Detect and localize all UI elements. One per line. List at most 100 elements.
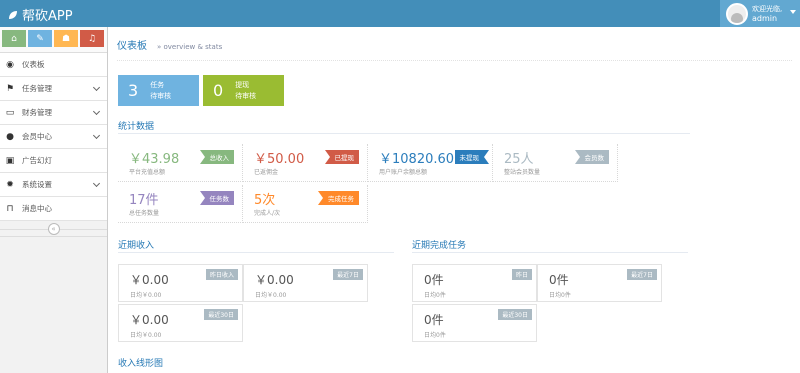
page-title: 仪表板 — [117, 41, 147, 52]
tasks-summary-box: 0件 日均0件 最近30日 — [412, 304, 537, 342]
sidebar-item-5[interactable]: ▣ 广告幻灯 — [0, 149, 107, 173]
income-summary-box: ￥0.00 日均￥0.00 最近7日 — [243, 264, 368, 302]
stat-value: ￥50.00 — [254, 152, 305, 167]
bookmark-icon: ⊓ — [6, 203, 14, 214]
sidebar-item-label: 消息中心 — [22, 204, 52, 213]
leaf-icon — [9, 10, 17, 19]
stat-description: 平台充值总额 — [129, 169, 166, 176]
summary-period-tag: 最近7日 — [333, 269, 363, 280]
home-icon: ⌂ — [11, 33, 17, 44]
home-shortcut-button[interactable]: ⌂ — [2, 30, 26, 47]
stat-value: ￥43.98 — [129, 152, 180, 167]
sidebar-item-label: 系统设置 — [22, 180, 52, 189]
summary-average: 日均￥0.00 — [130, 332, 162, 339]
summary-average: 日均￥0.00 — [255, 292, 287, 299]
stat-box: ￥10820.60 用户账户余额总额 未提现 — [368, 144, 493, 182]
double-chevron-left-icon: « — [47, 222, 60, 235]
user-icon: ● — [6, 131, 14, 142]
sidebar-item-3[interactable]: ▭ 财务管理 — [0, 101, 107, 125]
stat-sublabel: 待审核 — [235, 91, 257, 100]
stat-badge: 完成任务 — [318, 191, 359, 205]
stat-box: ￥43.98 平台充值总额 总收入 — [118, 144, 243, 182]
sidebar-collapse-toggle[interactable]: « — [0, 221, 107, 237]
summary-average: 日均0件 — [424, 332, 446, 339]
income-chart-title: 收入线形图 — [118, 359, 164, 369]
stat-description: 整站会员数量 — [504, 169, 541, 176]
edit-shortcut-button[interactable]: ✎ — [28, 30, 52, 47]
stat-badge: 会员数 — [574, 150, 609, 164]
chevron-down-icon — [92, 131, 101, 140]
income-section-title: 近期收入 — [118, 238, 394, 253]
stat-badge: 总收入 — [199, 150, 234, 164]
stat-box: 17件总任务数量 任务数 — [118, 185, 243, 223]
picture-icon: ▣ — [5, 155, 15, 166]
bell-shortcut-button[interactable]: ♫ — [80, 30, 104, 47]
stat-box: 5次完成人/次 完成任务 — [243, 185, 368, 223]
chevron-down-icon — [92, 83, 101, 92]
stat-box: 25人整站会员数量 会员数 — [493, 144, 618, 182]
chevron-down-icon — [92, 179, 101, 188]
dashboard-icon: ◉ — [6, 59, 14, 70]
inbox-icon: ▭ — [5, 107, 15, 118]
summary-period-tag: 最近7日 — [627, 269, 657, 280]
user-name: admin — [752, 13, 778, 23]
sidebar-item-2[interactable]: ⚑ 任务管理 — [0, 77, 107, 101]
stat-value: 25人 — [504, 152, 534, 167]
stat-value: 5次 — [254, 193, 276, 208]
navbar: 帮砍APP 欢迎光临, admin — [0, 0, 800, 27]
brand[interactable]: 帮砍APP — [8, 5, 73, 24]
bell-icon: ♫ — [87, 33, 97, 44]
stat-description: 总任务数量 — [129, 210, 160, 217]
sidebar-item-1[interactable]: ◉ 仪表板 — [0, 53, 107, 77]
caret-down-icon — [790, 10, 796, 14]
sidebar-item-label: 会员中心 — [22, 132, 52, 141]
gear-icon: ✹ — [6, 179, 14, 190]
sidebar-item-7[interactable]: ⊓ 消息中心 — [0, 197, 107, 221]
stat-sublabel: 待审核 — [150, 91, 172, 100]
summary-period-tag: 昨日收入 — [205, 269, 238, 280]
sidebar-item-6[interactable]: ✹ 系统设置 — [0, 173, 107, 197]
stat-description: 用户账户余额总额 — [379, 169, 428, 176]
pending-tasks-stat[interactable]: 3 任务待审核 — [118, 75, 199, 106]
sidebar-item-label: 广告幻灯 — [22, 156, 52, 165]
tasks-summary-box: 0件日均0件 最近7日 — [537, 264, 662, 302]
user-greeting: 欢迎光临, — [752, 4, 783, 13]
page-header: 仪表板 » overview & stats — [117, 37, 792, 61]
summary-value: 0件 — [549, 273, 569, 287]
stat-description: 完成人/次 — [254, 210, 281, 217]
summary-value: ￥0.00 — [130, 273, 169, 287]
stat-badge: 任务数 — [199, 191, 234, 205]
sidebar-item-4[interactable]: ● 会员中心 — [0, 125, 107, 149]
income-summary-box: ￥0.00 日均￥0.00 昨日收入 — [118, 264, 243, 302]
page-subtitle: » overview & stats — [157, 43, 223, 51]
stats-section-title: 统计数据 — [118, 119, 690, 134]
summary-average: 日均0件 — [549, 292, 571, 299]
app-title: 帮砍APP — [22, 9, 73, 24]
group-icon: ☗ — [61, 33, 71, 44]
flag-icon: ⚑ — [5, 83, 15, 94]
summary-average: 日均￥0.00 — [130, 292, 162, 299]
pending-withdrawals-stat[interactable]: 0 提现 待审核 — [203, 75, 284, 106]
group-shortcut-button[interactable]: ☗ — [54, 30, 78, 47]
stat-value: ￥10820.60 — [379, 152, 455, 167]
stat-count: 3 — [128, 81, 139, 100]
sidebar-item-label: 仪表板 — [22, 60, 45, 69]
stat-description: 已返佣金 — [254, 169, 279, 176]
stat-badge: 已提现 — [324, 150, 359, 164]
stat-value: 17件 — [129, 193, 159, 208]
summary-value: ￥0.00 — [255, 273, 294, 287]
income-summary-box: ￥0.00 日均￥0.00 最近30日 — [118, 304, 243, 342]
user-menu[interactable]: 欢迎光临, admin — [720, 0, 800, 27]
summary-period-tag: 最近30日 — [204, 309, 238, 320]
pencil-icon: ✎ — [36, 33, 44, 44]
stat-box: ￥50.00 已返佣金 已提现 — [243, 144, 368, 182]
avatar — [726, 2, 748, 25]
summary-value: 0件 — [424, 313, 444, 327]
main-content: 仪表板 » overview & stats 3 任务待审核 0 提现 待审核 统… — [109, 27, 800, 373]
tasks-summary-box: 0件 日均0件 昨日 — [412, 264, 537, 302]
chevron-down-icon — [92, 107, 101, 116]
stat-count: 0 — [213, 81, 224, 100]
stat-label: 任务 — [150, 80, 165, 89]
sidebar: ⌂ ✎ ☗ ♫ ◉ 仪表板 ⚑ 任务管理 ▭ 财务管理 ● 会员中心 ▣ 广告幻灯 ✹ 系统设置 ⊓ 消息… — [0, 27, 108, 373]
summary-period-tag: 昨日 — [511, 269, 532, 280]
